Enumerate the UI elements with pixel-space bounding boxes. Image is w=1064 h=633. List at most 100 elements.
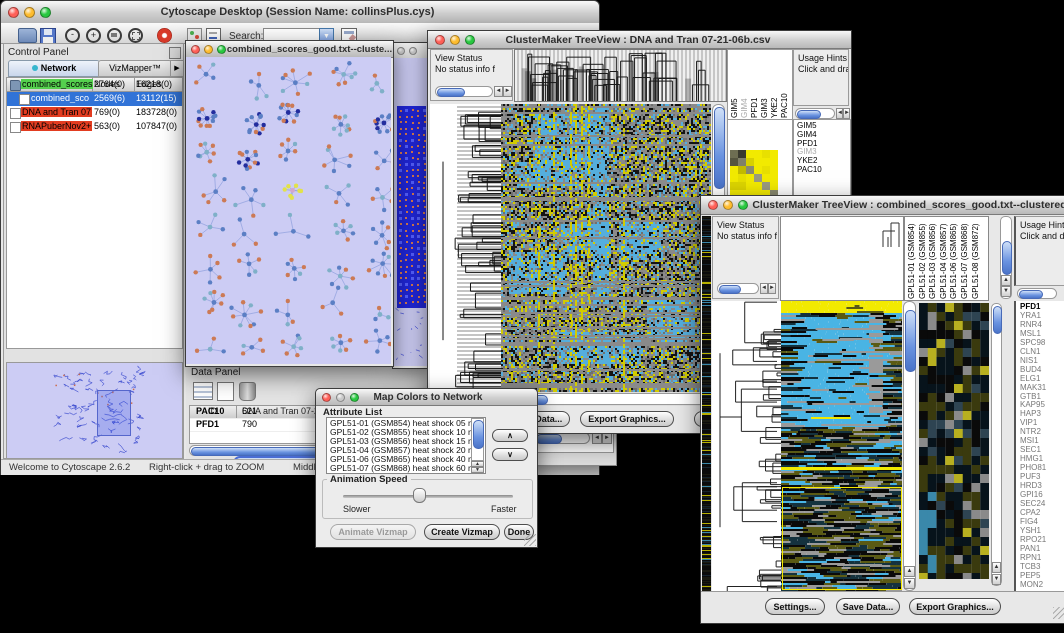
treeview2-title-bar[interactable]: ClusterMaker TreeView : combined_scores_… bbox=[701, 196, 1064, 215]
tv2-column-label[interactable]: GPL51-02 (GSM855) bbox=[918, 218, 928, 299]
zoom-out-icon[interactable]: - bbox=[65, 28, 80, 43]
network-table-row[interactable]: DNA and Tran 07769(0)183728(0) bbox=[7, 106, 182, 120]
tv2-zoom-view[interactable] bbox=[919, 303, 989, 579]
tv2-column-label[interactable]: GPL51-01 (GSM854) bbox=[907, 218, 917, 299]
tv1-column-label[interactable]: PAC10 bbox=[780, 52, 790, 118]
move-down-button[interactable]: ∨ bbox=[492, 448, 528, 461]
resize-grip[interactable] bbox=[524, 534, 536, 546]
float-panel-icon[interactable] bbox=[169, 47, 181, 59]
speed-slider-thumb[interactable] bbox=[413, 488, 426, 503]
tv2-column-label[interactable]: GPL51-08 (GSM872) bbox=[971, 218, 981, 299]
tab-vizmapper[interactable]: VizMapper™ bbox=[98, 60, 172, 77]
tv2-heatmap-vscrollbar[interactable]: ▲ ▼ bbox=[903, 301, 916, 591]
tv2-top-scrollbar[interactable]: ▲ ▼ bbox=[1000, 216, 1012, 299]
tab-network[interactable]: Network bbox=[8, 60, 100, 77]
scroll-right-icon[interactable]: ► bbox=[503, 86, 512, 97]
settings-button[interactable]: Settings... bbox=[765, 598, 825, 615]
inactive-close-icon[interactable] bbox=[397, 47, 405, 55]
tv1-yellow-matrix[interactable] bbox=[730, 150, 778, 198]
dialog-title-bar[interactable]: Map Colors to Network bbox=[316, 389, 537, 406]
save-data-button[interactable]: Save Data... bbox=[836, 598, 900, 615]
tv1-gene-label[interactable]: PAC10 bbox=[794, 166, 850, 175]
tv1-usage-scrollbar[interactable] bbox=[795, 108, 835, 119]
tv1-heatmap[interactable] bbox=[501, 104, 711, 392]
minimize-icon[interactable] bbox=[723, 200, 733, 210]
inactive-minimize-icon[interactable] bbox=[409, 47, 417, 55]
main-title-bar[interactable]: Cytoscape Desktop (Session Name: collins… bbox=[1, 1, 599, 24]
tv1-status-scrollbar[interactable] bbox=[435, 86, 493, 97]
zoom-window-icon[interactable] bbox=[217, 45, 226, 54]
network-table-row[interactable]: combined_scores2764(0)16218(0) bbox=[7, 78, 182, 92]
tv1-column-label[interactable]: GIM4 bbox=[740, 52, 750, 118]
tv2-usage-scrollbar[interactable] bbox=[1017, 288, 1057, 299]
zoom-window-icon[interactable] bbox=[350, 393, 359, 402]
new-attribute-icon[interactable] bbox=[217, 382, 234, 401]
tv1-row-dendrogram[interactable] bbox=[430, 104, 501, 392]
network-canvas[interactable] bbox=[186, 57, 391, 364]
tv1-column-label[interactable]: GIM5 bbox=[730, 52, 740, 118]
scroll-down-icon[interactable]: ▼ bbox=[471, 467, 484, 473]
export-graphics-button[interactable]: Export Graphics... bbox=[909, 598, 1001, 615]
scroll-down-icon[interactable]: ▼ bbox=[904, 578, 915, 589]
attribute-list-item[interactable]: GPL51-07 (GSM868) heat shock 60 min bbox=[327, 464, 485, 473]
zoom-in-icon[interactable]: + bbox=[86, 28, 101, 43]
close-icon[interactable] bbox=[8, 7, 19, 18]
scroll-left-icon[interactable]: ◄ bbox=[760, 283, 768, 294]
background-network-canvas[interactable] bbox=[393, 58, 429, 366]
tv2-column-label[interactable]: GPL51-03 (GSM856) bbox=[928, 218, 938, 299]
open-icon[interactable] bbox=[18, 28, 37, 43]
tv2-gene-label[interactable]: MON2 bbox=[1016, 581, 1064, 590]
delete-attribute-icon[interactable] bbox=[239, 382, 256, 401]
zoom-window-icon[interactable] bbox=[465, 35, 475, 45]
zoom-window-icon[interactable] bbox=[40, 7, 51, 18]
zoom-window-icon[interactable] bbox=[738, 200, 748, 210]
network-table-row[interactable]: combined_sco2569(6)13112(15) bbox=[7, 92, 182, 106]
table-icon[interactable] bbox=[193, 382, 213, 400]
scroll-right-icon[interactable]: ► bbox=[768, 283, 776, 294]
zoom-fit-icon[interactable] bbox=[107, 28, 122, 43]
move-up-button[interactable]: ∧ bbox=[492, 429, 528, 442]
close-icon[interactable] bbox=[435, 35, 445, 45]
export-graphics-button[interactable]: Export Graphics... bbox=[580, 411, 674, 427]
tv2-status-scrollbar[interactable] bbox=[717, 283, 759, 294]
minimize-icon[interactable] bbox=[450, 35, 460, 45]
treeview1-title-bar[interactable]: ClusterMaker TreeView : DNA and Tran 07-… bbox=[428, 31, 851, 49]
resize-grip[interactable] bbox=[1053, 607, 1064, 619]
tv2-column-dendrogram-area[interactable] bbox=[780, 216, 904, 301]
close-icon[interactable] bbox=[191, 45, 200, 54]
overview-viewport-rect[interactable] bbox=[97, 390, 131, 436]
attribute-list-scroll-thumb[interactable] bbox=[473, 420, 484, 449]
close-icon[interactable] bbox=[322, 393, 331, 402]
tv2-column-label[interactable]: GPL51-07 (GSM868) bbox=[960, 218, 970, 299]
network-table-row[interactable]: RNAPuberNov2+563(0)107847(0) bbox=[7, 120, 182, 134]
close-icon[interactable] bbox=[708, 200, 718, 210]
tv2-column-label[interactable]: GPL51-06 (GSM865) bbox=[949, 218, 959, 299]
create-vizmap-button[interactable]: Create Vizmap bbox=[424, 524, 500, 540]
scroll-left-icon[interactable]: ◄ bbox=[494, 86, 503, 97]
save-icon[interactable] bbox=[40, 28, 56, 44]
scroll-up-icon[interactable]: ▲ bbox=[904, 566, 915, 577]
network-overview-panel[interactable] bbox=[6, 362, 183, 459]
tv2-column-label[interactable]: GPL51-04 (GSM857) bbox=[939, 218, 949, 299]
scroll-down-icon[interactable]: ▼ bbox=[992, 574, 1001, 585]
attribute-list[interactable]: GPL51-01 (GSM854) heat shock 05 minGPL51… bbox=[326, 417, 486, 474]
speed-slider-track[interactable] bbox=[343, 495, 513, 498]
minimize-icon[interactable] bbox=[24, 7, 35, 18]
network-view-title-bar[interactable]: combined_scores_good.txt--cluste... bbox=[186, 41, 393, 58]
scroll-down-icon[interactable]: ▼ bbox=[1001, 286, 1011, 297]
tv2-global-view-strip[interactable] bbox=[702, 216, 711, 591]
tv2-gene-list[interactable]: PFD1YRA1RNR4MSL1SPC98CLN1NIS1BUD4ELG1MAK… bbox=[1014, 301, 1064, 591]
scroll-up-icon[interactable]: ▲ bbox=[992, 562, 1001, 573]
tv2-row-dendrogram[interactable] bbox=[712, 301, 781, 591]
scroll-right-icon[interactable]: ► bbox=[843, 108, 850, 119]
tv1-column-label[interactable]: PFD1 bbox=[750, 52, 760, 118]
scroll-up-icon[interactable]: ▲ bbox=[1001, 275, 1011, 286]
tv1-column-dendrogram[interactable] bbox=[514, 49, 727, 102]
scroll-left-icon[interactable]: ◄ bbox=[836, 108, 843, 119]
tv2-zoom-vscrollbar[interactable]: ▲ ▼ bbox=[991, 303, 1002, 586]
tv1-column-label[interactable]: GIM3 bbox=[760, 52, 770, 118]
tab-overflow-arrow[interactable]: ▶ bbox=[170, 60, 184, 77]
help-lifesaver-icon[interactable] bbox=[157, 28, 172, 43]
zoom-selected-icon[interactable] bbox=[128, 28, 143, 43]
minimize-icon[interactable] bbox=[204, 45, 213, 54]
